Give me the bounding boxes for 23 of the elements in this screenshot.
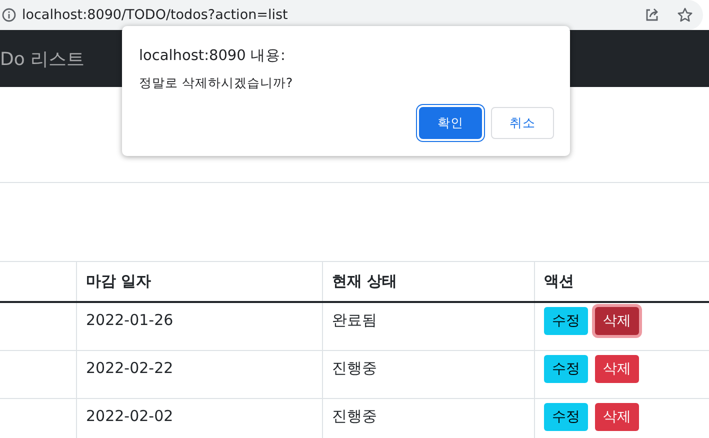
- edit-button[interactable]: 수정: [544, 355, 588, 383]
- edit-button[interactable]: 수정: [544, 307, 588, 335]
- dialog-message: 정말로 삭제하시겠습니까?: [139, 75, 294, 92]
- delete-button[interactable]: 삭제: [595, 307, 639, 335]
- date-text: 2022-02-02: [86, 407, 174, 425]
- confirm-button[interactable]: 확인: [419, 107, 482, 139]
- edit-button[interactable]: 수정: [544, 403, 588, 431]
- brand-text[interactable]: Do 리스트: [0, 46, 85, 70]
- info-icon[interactable]: [2, 8, 16, 22]
- delete-button[interactable]: 삭제: [595, 355, 639, 383]
- dialog-title: localhost:8090 내용:: [139, 47, 286, 65]
- column-header: 액션: [544, 272, 574, 291]
- delete-button[interactable]: 삭제: [595, 403, 639, 431]
- column-header: 현재 상태: [332, 272, 398, 291]
- share-icon[interactable]: [644, 7, 660, 23]
- status-text: 완료됨: [332, 311, 377, 330]
- status-text: 진행중: [332, 407, 377, 426]
- date-text: 2022-01-26: [86, 311, 174, 329]
- column-header: 마감 일자: [86, 272, 152, 291]
- cancel-button[interactable]: 취소: [491, 107, 554, 139]
- star-icon[interactable]: [677, 7, 693, 23]
- status-text: 진행중: [332, 359, 377, 378]
- date-text: 2022-02-22: [86, 359, 174, 377]
